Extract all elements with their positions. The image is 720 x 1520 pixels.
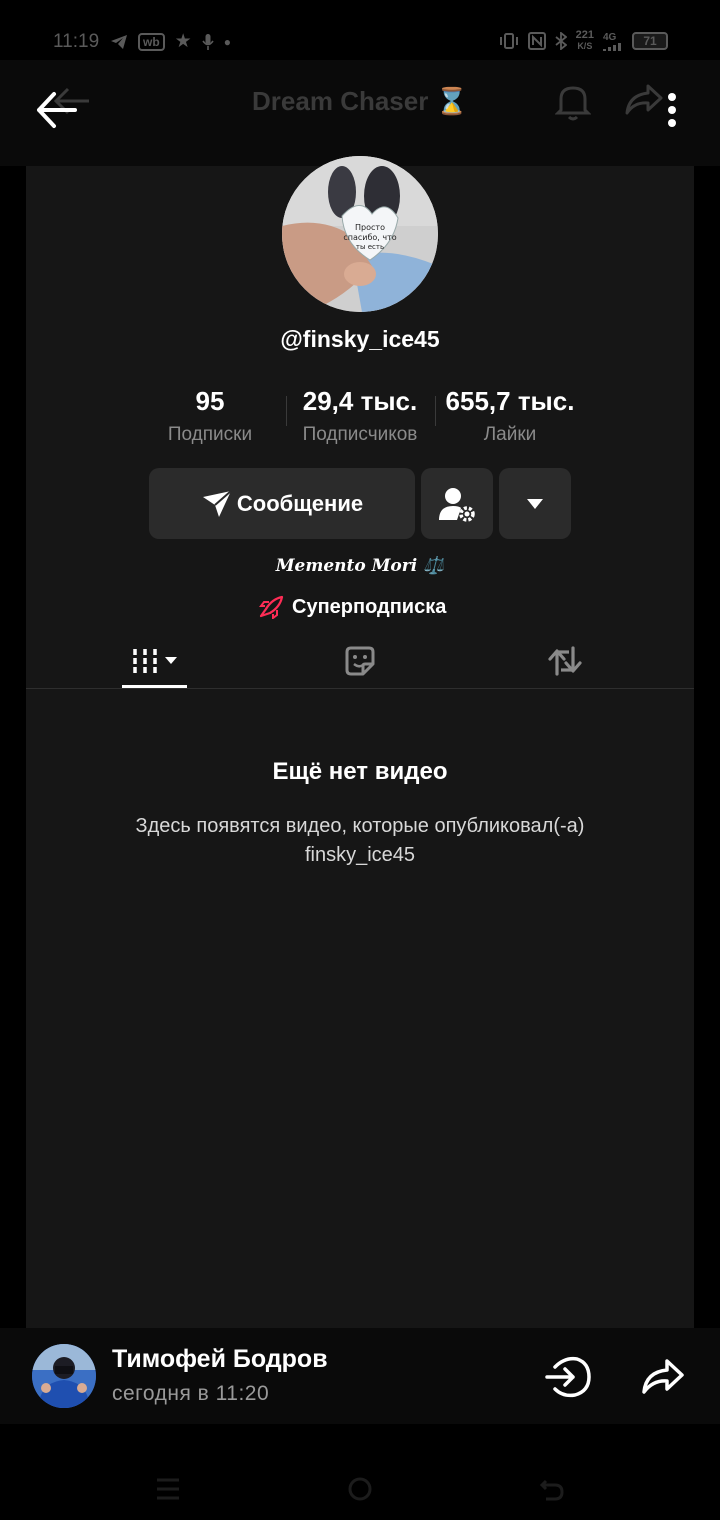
sender-avatar[interactable] bbox=[32, 1344, 96, 1408]
net-speed-value: 221 bbox=[575, 29, 594, 41]
nfc-icon bbox=[527, 32, 546, 50]
send-icon bbox=[202, 489, 232, 517]
followers-count[interactable]: 29,4 тыс. bbox=[285, 386, 435, 417]
bell-icon[interactable] bbox=[555, 82, 591, 122]
back-arrow-icon[interactable] bbox=[34, 88, 78, 132]
profile-username: @finsky_ice45 bbox=[280, 326, 440, 352]
user-settings-icon bbox=[439, 487, 475, 522]
tabs-divider bbox=[26, 688, 694, 689]
back-nav-icon[interactable] bbox=[540, 1477, 564, 1501]
status-left-icons: wb ★ ● bbox=[110, 30, 231, 53]
dot-icon: ● bbox=[223, 34, 231, 49]
system-nav-bar bbox=[0, 1450, 720, 1520]
tab-reposts[interactable] bbox=[535, 636, 595, 686]
star-icon: ★ bbox=[174, 31, 192, 52]
repost-icon bbox=[548, 646, 582, 676]
net-speed: 221 K/S bbox=[576, 30, 594, 52]
status-right-icons: 221 K/S 4G 71 bbox=[499, 30, 668, 52]
forward-icon[interactable] bbox=[641, 1358, 685, 1396]
profile-bio: 𝑴𝒆𝒎𝒆𝒏𝒕𝒐 𝑴𝒐𝒓𝒊 ⚖️ bbox=[275, 556, 445, 576]
avatar-photo: Просто спасибо, что ты есть bbox=[282, 156, 438, 312]
caret-down-icon bbox=[527, 498, 543, 509]
suggested-accounts-button[interactable] bbox=[499, 468, 571, 539]
share-icon[interactable] bbox=[624, 82, 664, 118]
net-speed-unit: K/S bbox=[577, 41, 593, 51]
sender-avatar-photo bbox=[32, 1344, 96, 1408]
super-subscription-link[interactable]: Суперподписка bbox=[258, 595, 446, 619]
sender-timestamp: сегодня в 11:20 bbox=[112, 1382, 270, 1405]
page-title: Dream Chaser ⌛ bbox=[252, 86, 468, 116]
videos-grid-icon bbox=[132, 649, 177, 673]
network-label: 4G bbox=[603, 31, 617, 43]
bluetooth-icon bbox=[555, 32, 567, 50]
likes-count: 655,7 тыс. bbox=[445, 386, 575, 416]
sender-name: Тимофей Бодров bbox=[112, 1345, 328, 1373]
home-icon[interactable] bbox=[348, 1477, 372, 1501]
likes-label: Лайки bbox=[483, 424, 537, 445]
reply-icon[interactable] bbox=[545, 1355, 591, 1399]
signal-icon: 4G bbox=[603, 32, 623, 51]
super-subscription-label: Суперподписка bbox=[292, 595, 447, 618]
status-time: 11:19 bbox=[53, 31, 100, 52]
shared-by-bar bbox=[0, 1328, 720, 1424]
svg-text:спасибо, что: спасибо, что bbox=[343, 233, 396, 242]
followers-label: Подписчиков bbox=[302, 424, 418, 445]
empty-state-title: Ещё нет видео bbox=[272, 758, 448, 785]
svg-text:Просто: Просто bbox=[355, 223, 385, 232]
friend-settings-button[interactable] bbox=[421, 468, 493, 539]
message-button[interactable]: Сообщение bbox=[149, 468, 415, 539]
battery-icon: 71 bbox=[632, 32, 668, 50]
following-label: Подписки bbox=[167, 424, 253, 445]
wb-icon: wb bbox=[138, 32, 165, 51]
message-button-label: Сообщение bbox=[236, 490, 364, 516]
profile-avatar[interactable]: Просто спасибо, что ты есть bbox=[282, 156, 438, 312]
more-options-icon[interactable] bbox=[665, 92, 679, 128]
sticker-icon bbox=[345, 646, 375, 676]
svg-text:ты есть: ты есть bbox=[356, 243, 384, 251]
recent-apps-icon[interactable] bbox=[156, 1478, 180, 1500]
telegram-icon bbox=[111, 34, 127, 49]
rocket-icon bbox=[259, 595, 284, 619]
profile-header: Dream Chaser ⌛ bbox=[0, 60, 720, 166]
tab-videos[interactable] bbox=[122, 636, 187, 686]
following-count[interactable]: 95 bbox=[150, 386, 270, 417]
empty-state-description: Здесь появятся видео, которые опубликова… bbox=[135, 815, 585, 866]
vibrate-icon bbox=[499, 33, 518, 49]
mic-icon bbox=[202, 33, 214, 50]
tab-favorites[interactable] bbox=[330, 636, 390, 686]
